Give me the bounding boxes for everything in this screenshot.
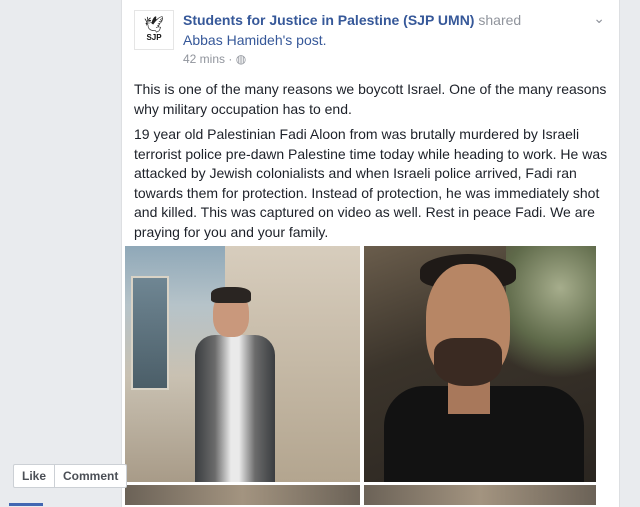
timestamp[interactable]: 42 mins [183,52,225,66]
shared-post-link[interactable]: Abbas Hamideh's post. [183,32,327,48]
scroll-indicator [9,503,43,506]
meta-separator: · [228,52,233,66]
avatar-text: SJP [146,33,162,42]
photo-3-preview[interactable] [125,485,360,505]
page-avatar[interactable]: 🕊 SJP [134,10,174,50]
post-text: This is one of the many reasons we boyco… [134,80,610,248]
photo-1-body [195,335,275,482]
globe-icon: ◍ [235,52,247,66]
dove-icon: 🕊 [143,17,165,34]
photo-2[interactable] [364,246,596,482]
photo-1-window [131,276,169,390]
photo-1-person [195,287,275,482]
photo-4-preview[interactable] [364,485,596,505]
post-card: 🕊 SJP Students for Justice in Palestine … [121,0,620,507]
chevron-down-icon[interactable]: ⌄ [593,10,605,27]
comment-button[interactable]: Comment [54,465,126,487]
post-paragraph-1: This is one of the many reasons we boyco… [134,81,607,117]
action-bar: Like Comment [13,464,128,488]
photo-2-beard [434,338,502,386]
post-meta: 42 mins · ◍ [183,51,246,67]
author-link[interactable]: Students for Justice in Palestine (SJP U… [183,12,474,28]
post-paragraph-2: 19 year old Palestinian Fadi Aloon from … [134,126,608,240]
shared-word: shared [478,12,522,28]
like-button[interactable]: Like [14,465,54,487]
photo-2-leaves [506,246,596,386]
post-header: Students for Justice in Palestine (SJP U… [183,10,593,50]
photo-1-hair [211,287,251,303]
photo-1[interactable] [125,246,360,482]
